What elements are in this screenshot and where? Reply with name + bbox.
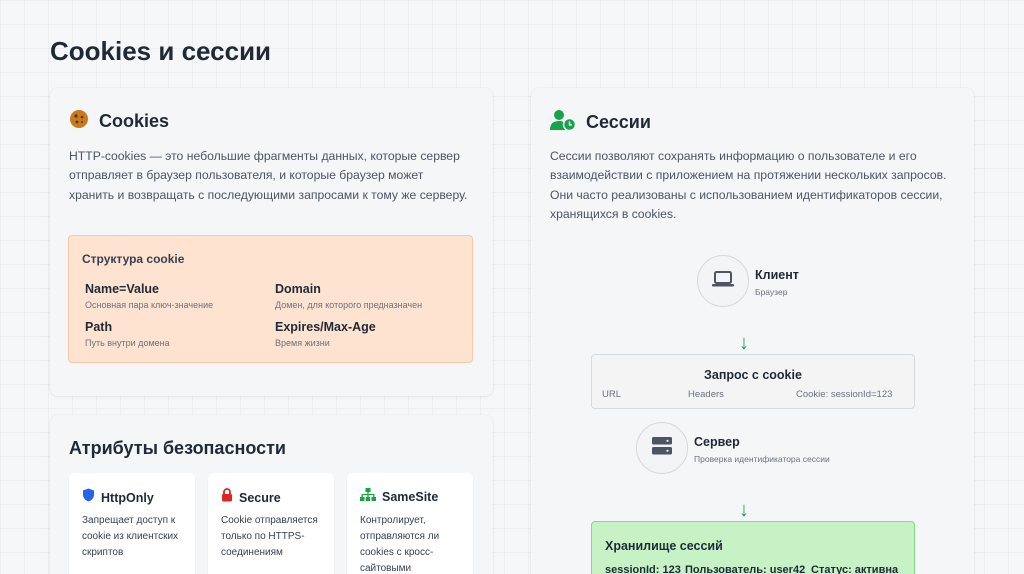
structure-field-name: Expires/Max-Age	[275, 320, 376, 334]
server-label: Сервер Проверка идентификатора сессии	[694, 435, 830, 464]
cookies-description: HTTP-cookies — это небольшие фрагменты д…	[69, 149, 468, 202]
structure-field-desc: Путь внутри домена	[85, 338, 170, 348]
security-attributes-card: Атрибуты безопасности HttpOnly Запрещает…	[50, 415, 493, 574]
shield-icon	[82, 488, 95, 507]
storage-field: Пользователь: user42	[685, 564, 806, 574]
structure-field-name: Path	[85, 320, 113, 334]
attribute-desc: Контролирует, отправляются ли cookies с …	[360, 515, 440, 574]
user-clock-icon	[550, 109, 577, 136]
sessions-header: Сессии	[550, 109, 651, 136]
attribute-desc: Запрещает доступ к cookie из клиентских …	[82, 515, 179, 558]
client-title: Клиент	[755, 268, 799, 282]
cookie-icon	[69, 109, 89, 134]
client-label: Клиент Браузер	[755, 268, 799, 297]
page-title: Cookies и сессии	[50, 36, 272, 66]
server-title: Сервер	[694, 435, 740, 449]
session-storage-title: Хранилище сессий	[605, 539, 723, 553]
storage-field: sessionId: 123	[605, 564, 681, 574]
request-field: Headers	[688, 389, 724, 400]
attribute-card-secure: Secure Cookie отправляется только по HTT…	[208, 473, 334, 574]
structure-field-desc: Основная пара ключ-значение	[85, 300, 214, 310]
flow-arrow: ↓	[739, 332, 749, 354]
attribute-desc: Cookie отправляется только по HTTPS-соед…	[221, 515, 318, 558]
client-node	[697, 255, 749, 307]
attribute-card-samesite: SameSite Контролирует, отправляются ли c…	[347, 473, 473, 574]
server-subtitle: Проверка идентификатора сессии	[694, 454, 830, 464]
structure-field-name: Domain	[275, 282, 321, 296]
sitemap-icon	[360, 488, 376, 506]
security-attributes-title: Атрибуты безопасности	[69, 438, 286, 458]
cookie-structure-box: Структура cookie Name=Value Основная пар…	[68, 235, 473, 363]
structure-field-desc: Домен, для которого предназначен	[275, 300, 423, 310]
session-storage-box: Хранилище сессий sessionId: 123 Пользова…	[591, 521, 915, 574]
lock-icon	[221, 488, 233, 507]
attribute-name: HttpOnly	[101, 490, 154, 505]
server-icon	[652, 436, 672, 460]
structure-field: Name=Value Основная пара ключ-значение	[85, 282, 213, 310]
sessions-card: Сессии Сессии позволяют сохранять информ…	[531, 88, 974, 574]
attribute-card-httponly: HttpOnly Запрещает доступ к cookie из кл…	[69, 473, 195, 574]
sessions-title: Сессии	[586, 112, 651, 132]
attribute-name: SameSite	[382, 490, 439, 504]
laptop-icon	[711, 270, 735, 293]
storage-field: Статус: активна	[811, 564, 899, 574]
structure-field: Domain Домен, для которого предназначен	[275, 282, 422, 310]
cookies-header: Cookies	[69, 109, 169, 134]
request-field: Cookie: sessionId=123	[796, 389, 893, 400]
cookies-card: Cookies HTTP-cookies — это небольшие фра…	[50, 88, 493, 396]
structure-field: Path Путь внутри домена	[85, 320, 170, 348]
request-title: Запрос с cookie	[704, 368, 802, 382]
structure-field-desc: Время жизни	[275, 338, 330, 348]
structure-field: Expires/Max-Age Время жизни	[275, 320, 376, 348]
client-subtitle: Браузер	[755, 287, 788, 297]
cookies-title: Cookies	[99, 111, 170, 131]
request-field: URL	[602, 389, 622, 400]
structure-field-name: Name=Value	[85, 282, 160, 296]
flow-arrow: ↓	[739, 499, 749, 521]
cookie-structure-title: Структура cookie	[82, 252, 185, 266]
attribute-name: Secure	[239, 490, 281, 505]
sessions-description: Сессии позволяют сохранять информацию о …	[550, 149, 947, 221]
request-box: Запрос с cookie URL Headers Cookie: sess…	[591, 354, 915, 409]
server-node	[636, 422, 688, 474]
